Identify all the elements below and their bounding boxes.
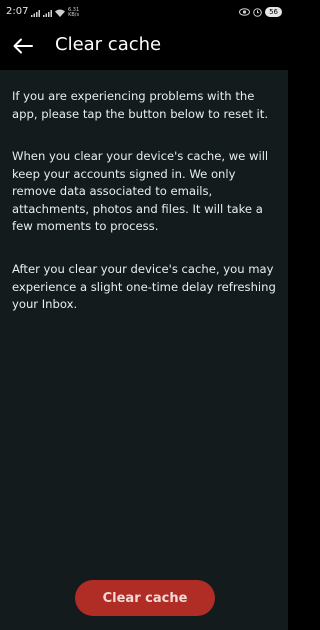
page-title: Clear cache — [55, 34, 162, 55]
clear-cache-button[interactable]: Clear cache — [75, 580, 215, 616]
net-speed: 6.31 KB/s — [68, 7, 80, 18]
status-right-icons: 56 — [239, 7, 282, 17]
cache-info-paragraph: When you clear your device's cache, we w… — [12, 149, 269, 234]
arrow-left-icon — [13, 38, 33, 54]
signal-icon — [43, 9, 52, 17]
signal-icon — [31, 9, 40, 17]
alarm-icon — [253, 7, 262, 17]
status-bar: 2:07 6.31 KB/s 56 — [0, 0, 288, 24]
wifi-icon — [55, 9, 65, 17]
app-header: Clear cache — [0, 24, 288, 68]
battery-icon: 56 — [265, 7, 282, 17]
intro-paragraph: If you are experiencing problems with th… — [12, 89, 269, 121]
content-area: If you are experiencing problems with th… — [0, 70, 288, 630]
delay-info-paragraph: After you clear your device's cache, you… — [12, 262, 276, 312]
eye-icon — [239, 8, 251, 16]
status-time: 2:07 — [6, 6, 29, 17]
back-button[interactable] — [10, 33, 36, 59]
status-left-icons: 6.31 KB/s — [31, 8, 79, 18]
